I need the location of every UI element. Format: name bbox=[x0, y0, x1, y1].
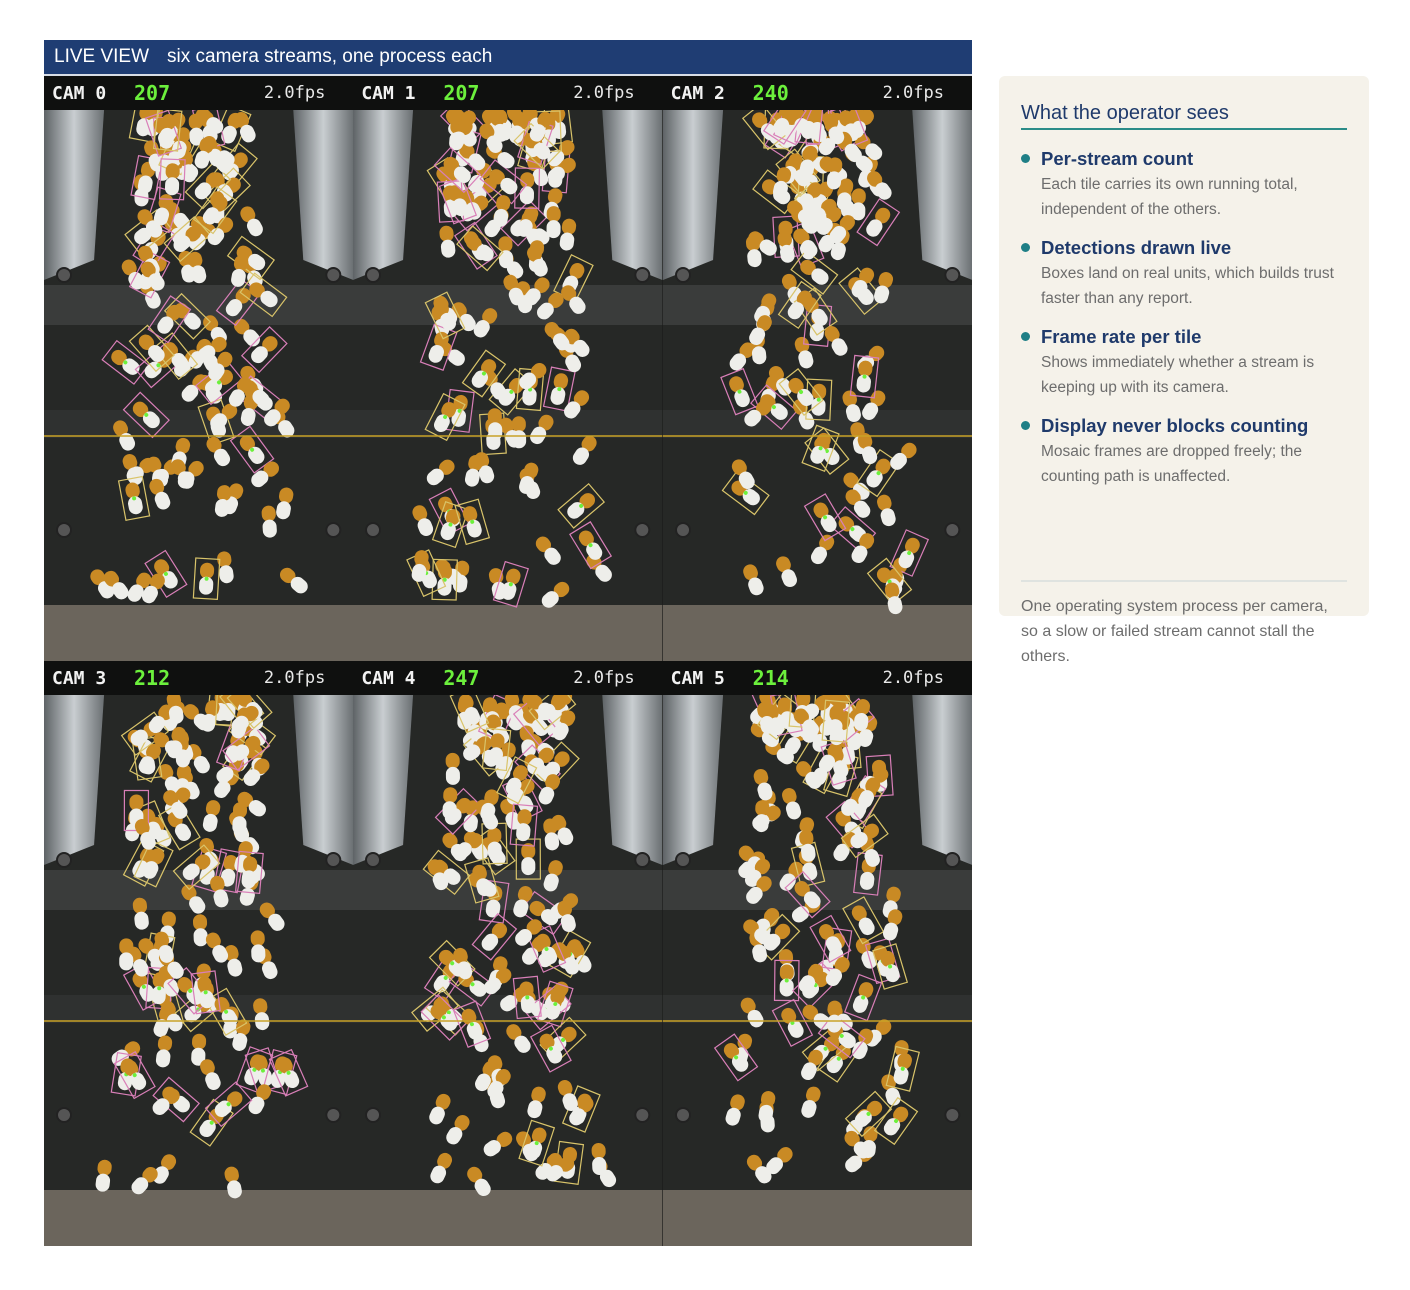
panel-footnote: One operating system process per camera,… bbox=[1021, 598, 1328, 665]
point-title: Display never blocks counting bbox=[1041, 415, 1309, 436]
camera-mosaic: CAM 0 207 2.0fps CAM 1 207 2.0fps CAM 2 … bbox=[44, 76, 972, 1246]
frame-rate: 2.0fps bbox=[882, 668, 944, 688]
camera-label: CAM 0 bbox=[52, 82, 107, 104]
point-title: Frame rate per tile bbox=[1041, 326, 1202, 347]
frame-rate: 2.0fps bbox=[573, 668, 635, 688]
camera-scene bbox=[44, 695, 354, 1246]
tile-status-bar: CAM 3 212 2.0fps bbox=[44, 661, 354, 695]
camera-feed bbox=[353, 695, 663, 1246]
camera-feed bbox=[44, 110, 354, 661]
panel-title: What the operator sees bbox=[1021, 102, 1347, 130]
camera-scene bbox=[353, 110, 663, 661]
stream-count: 212 bbox=[134, 666, 171, 690]
info-point: Frame rate per tile Shows immediately wh… bbox=[1021, 326, 1351, 400]
camera-tile[interactable]: CAM 0 207 2.0fps bbox=[44, 76, 354, 661]
camera-label: CAM 3 bbox=[52, 667, 107, 689]
tile-status-bar: CAM 2 240 2.0fps bbox=[662, 76, 972, 110]
bullet-icon bbox=[1021, 332, 1030, 341]
camera-tile[interactable]: CAM 5 214 2.0fps bbox=[662, 661, 972, 1246]
camera-scene bbox=[44, 110, 354, 661]
live-view-label: LIVE VIEW bbox=[54, 46, 150, 67]
point-body: Mosaic frames are dropped freely; the co… bbox=[1041, 443, 1303, 485]
point-body: Shows immediately whether a stream is ke… bbox=[1041, 354, 1315, 396]
tile-status-bar: CAM 1 207 2.0fps bbox=[353, 76, 663, 110]
stream-count: 240 bbox=[752, 81, 789, 105]
camera-feed bbox=[44, 695, 354, 1246]
stream-count: 247 bbox=[443, 666, 480, 690]
point-body: Boxes land on real units, which builds t… bbox=[1041, 265, 1334, 307]
camera-label: CAM 5 bbox=[670, 667, 725, 689]
info-point: Display never blocks counting Mosaic fra… bbox=[1021, 415, 1351, 489]
bullet-icon bbox=[1021, 421, 1030, 430]
operator-info-panel: What the operator sees Per-stream count … bbox=[999, 76, 1369, 665]
camera-label: CAM 4 bbox=[361, 667, 416, 689]
stream-count: 207 bbox=[443, 81, 480, 105]
live-view-header: LIVE VIEW six camera streams, one proces… bbox=[44, 40, 972, 76]
info-point: Per-stream count Each tile carries its o… bbox=[1021, 148, 1351, 222]
camera-tile[interactable]: CAM 3 212 2.0fps bbox=[44, 661, 354, 1246]
frame-rate: 2.0fps bbox=[263, 83, 326, 103]
camera-scene bbox=[662, 110, 972, 661]
bullet-icon bbox=[1021, 243, 1030, 252]
live-view-subtitle: six camera streams, one process each bbox=[167, 46, 493, 67]
camera-tile[interactable]: CAM 1 207 2.0fps bbox=[353, 76, 663, 661]
tile-status-bar: CAM 0 207 2.0fps bbox=[44, 76, 354, 110]
live-view-panel: LIVE VIEW six camera streams, one proces… bbox=[44, 40, 972, 1246]
camera-label: CAM 2 bbox=[670, 82, 725, 104]
frame-rate: 2.0fps bbox=[263, 668, 326, 688]
point-body: Each tile carries its own running total,… bbox=[1041, 176, 1298, 218]
camera-tile[interactable]: CAM 4 247 2.0fps bbox=[353, 661, 663, 1246]
tile-status-bar: CAM 4 247 2.0fps bbox=[353, 661, 663, 695]
info-point: Detections drawn live Boxes land on real… bbox=[1021, 237, 1351, 311]
camera-label: CAM 1 bbox=[361, 82, 416, 104]
camera-feed bbox=[662, 695, 972, 1246]
bullet-icon bbox=[1021, 154, 1030, 163]
camera-feed bbox=[353, 110, 663, 661]
camera-scene bbox=[353, 695, 663, 1246]
camera-tile[interactable]: CAM 2 240 2.0fps bbox=[662, 76, 972, 661]
frame-rate: 2.0fps bbox=[882, 83, 944, 103]
stream-count: 214 bbox=[752, 666, 789, 690]
camera-scene bbox=[662, 695, 972, 1246]
camera-feed bbox=[662, 110, 972, 661]
point-title: Per-stream count bbox=[1041, 148, 1194, 169]
point-title: Detections drawn live bbox=[1041, 237, 1232, 258]
tile-status-bar: CAM 5 214 2.0fps bbox=[662, 661, 972, 695]
panel-divider bbox=[1021, 580, 1347, 582]
frame-rate: 2.0fps bbox=[573, 83, 635, 103]
stream-count: 207 bbox=[134, 81, 171, 105]
